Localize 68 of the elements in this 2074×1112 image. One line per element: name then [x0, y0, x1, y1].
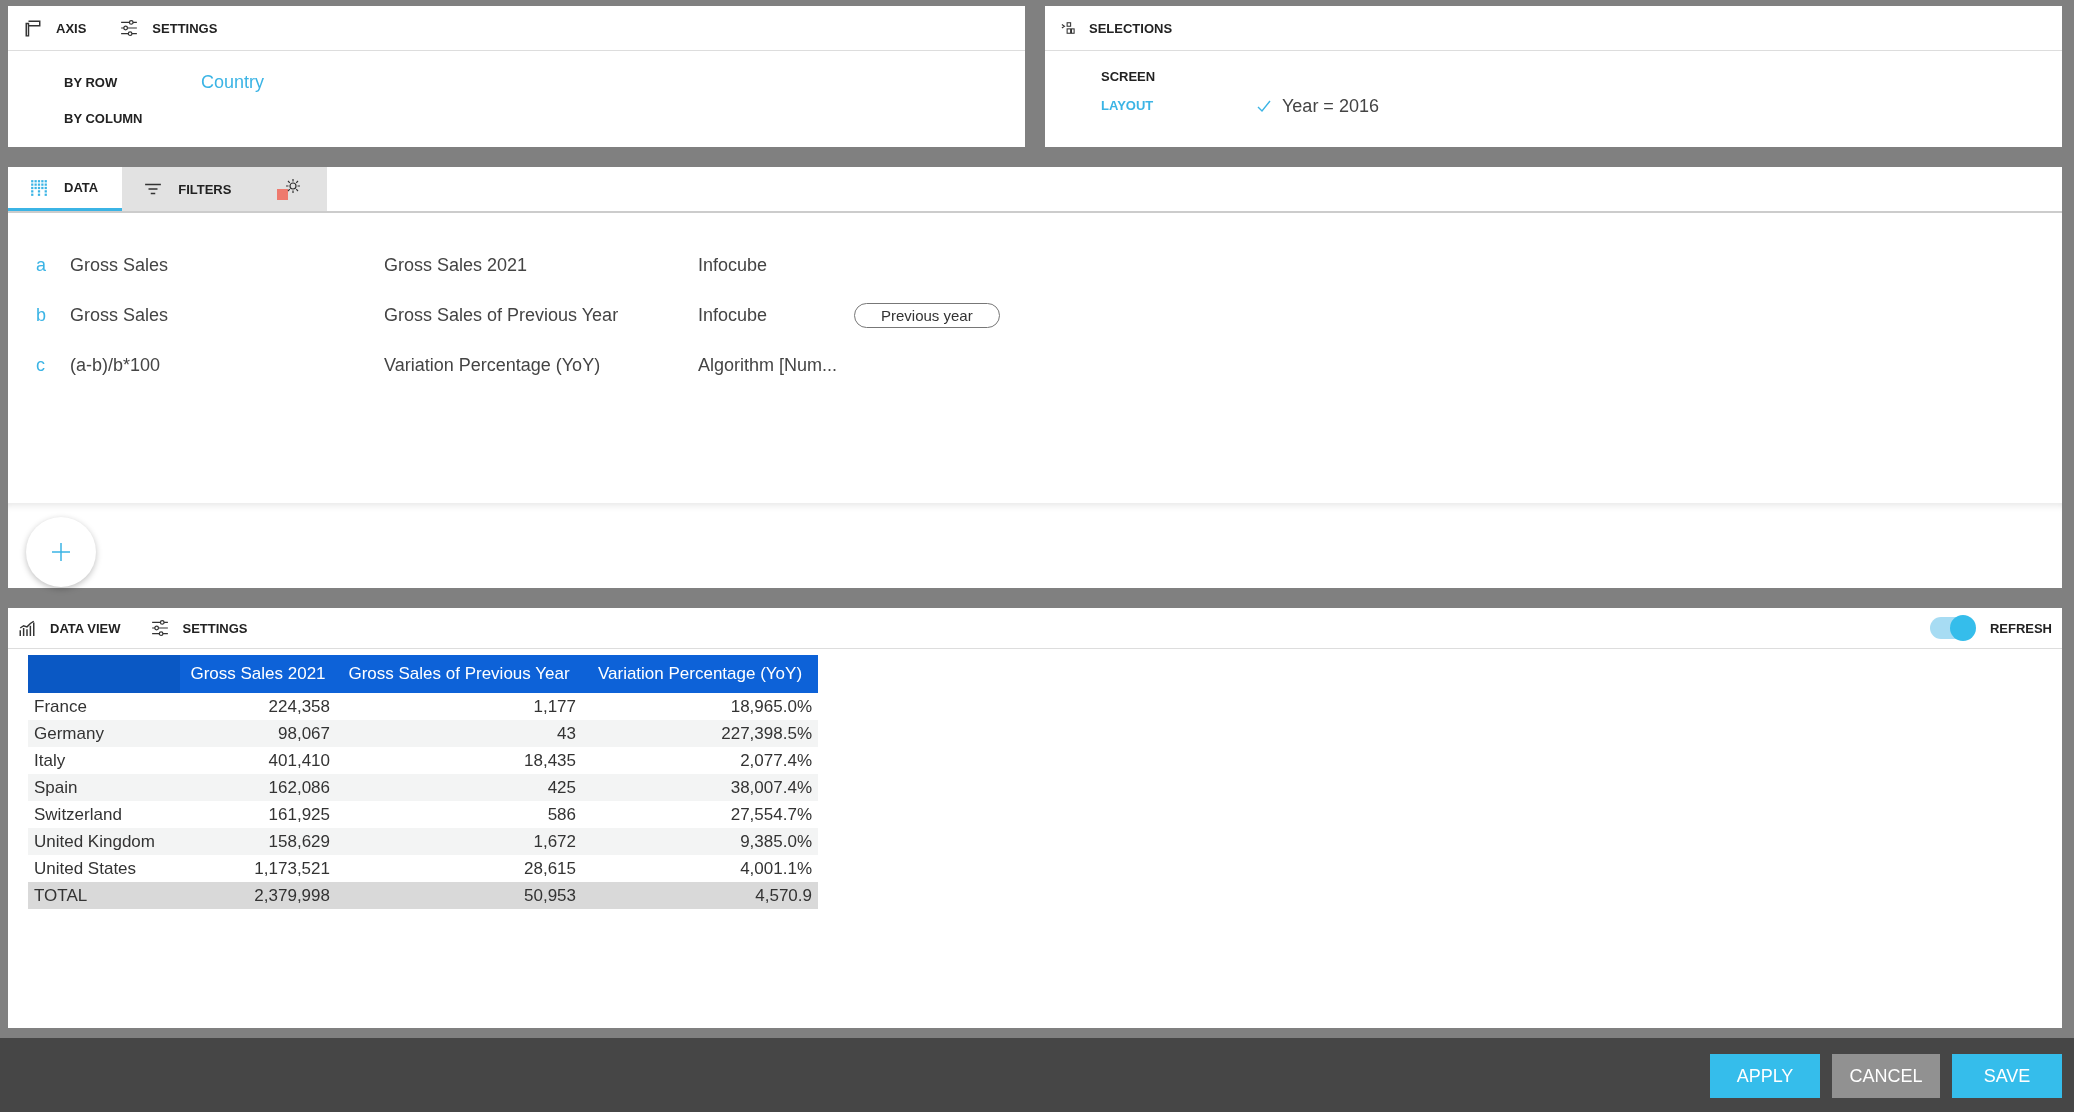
total-cell: 2,379,998 — [180, 882, 336, 909]
column-header: Gross Sales of Previous Year — [336, 655, 582, 693]
total-cell: TOTAL — [28, 882, 180, 909]
panel-tab[interactable]: SETTINGS — [150, 619, 248, 637]
sliders-icon — [150, 619, 169, 637]
table-cell: 1,177 — [336, 693, 582, 720]
panel-title: SELECTIONS — [1061, 20, 1173, 36]
bar-chart-icon — [18, 619, 36, 637]
field-label: BY COLUMN — [64, 110, 144, 126]
table-cell: 1,672 — [336, 828, 582, 855]
measure-formula: (a-b)/b*100 — [70, 354, 162, 376]
table-cell: 401,410 — [180, 747, 336, 774]
total-cell: 4,570.9 — [582, 882, 818, 909]
table-cell: Switzerland — [28, 801, 180, 828]
refresh-label: REFRESH — [1989, 620, 2052, 636]
table-cell: Germany — [28, 720, 180, 747]
table-cell: 18,435 — [336, 747, 582, 774]
refresh-toggle[interactable] — [1929, 617, 1974, 639]
table-cell: 158,629 — [180, 828, 336, 855]
table-cell: Italy — [28, 747, 180, 774]
measure-formula: Gross Sales — [70, 254, 170, 276]
grid-icon — [30, 178, 48, 197]
panel-tab[interactable]: SETTINGS — [120, 19, 218, 37]
field-label: BY ROW — [64, 74, 119, 90]
measure-letter: a — [36, 254, 47, 276]
measure-name: Gross Sales of Previous Year — [384, 304, 620, 326]
column-header: Variation Percentage (YoY) — [582, 655, 818, 693]
measure-source: Infocube — [698, 254, 769, 276]
table-cell: 9,385.0% — [582, 828, 818, 855]
table-cell: Spain — [28, 774, 180, 801]
column-header: Gross Sales 2021 — [180, 655, 336, 693]
table-cell: 98,067 — [180, 720, 336, 747]
plus-icon — [51, 542, 71, 562]
table-cell: 43 — [336, 720, 582, 747]
table-cell: 18,965.0% — [582, 693, 818, 720]
panel-tab[interactable]: AXIS — [24, 19, 87, 37]
hierarchy-icon — [1061, 21, 1075, 35]
measure-letter: c — [36, 354, 46, 376]
table-cell: United Kingdom — [28, 828, 180, 855]
table-cell: 586 — [336, 801, 582, 828]
table-cell: 2,077.4% — [582, 747, 818, 774]
measure-source: Algorithm [Num... — [698, 354, 839, 376]
table-cell: 27,554.7% — [582, 801, 818, 828]
condition-text: Year = 2016 — [1282, 95, 1379, 117]
table-cell: 38,007.4% — [582, 774, 818, 801]
measure-name: Variation Percentage (YoY) — [384, 354, 602, 376]
measure-letter: b — [36, 304, 47, 326]
measure-formula: Gross Sales — [70, 304, 170, 326]
axis-icon — [24, 19, 42, 37]
table-cell: 161,925 — [180, 801, 336, 828]
measure-name: Gross Sales 2021 — [384, 254, 529, 276]
table-cell: 425 — [336, 774, 582, 801]
add-button[interactable] — [26, 517, 96, 587]
panel-tab[interactable]: DATA VIEW — [18, 619, 121, 637]
total-cell: 50,953 — [336, 882, 582, 909]
table-cell: 28,615 — [336, 855, 582, 882]
sliders-icon — [120, 19, 139, 37]
table-cell: 224,358 — [180, 693, 336, 720]
selection-item[interactable]: SCREEN — [1101, 69, 1256, 84]
table-cell: France — [28, 693, 180, 720]
table-cell: United States — [28, 855, 180, 882]
table-cell: 1,173,521 — [180, 855, 336, 882]
table-cell: 4,001.1% — [582, 855, 818, 882]
data-tab[interactable] — [255, 167, 328, 211]
measure-source: Infocube — [698, 304, 769, 326]
table-cell: 162,086 — [180, 774, 336, 801]
data-tab[interactable]: FILTERS — [122, 167, 256, 211]
table-cell: 227,398.5% — [582, 720, 818, 747]
